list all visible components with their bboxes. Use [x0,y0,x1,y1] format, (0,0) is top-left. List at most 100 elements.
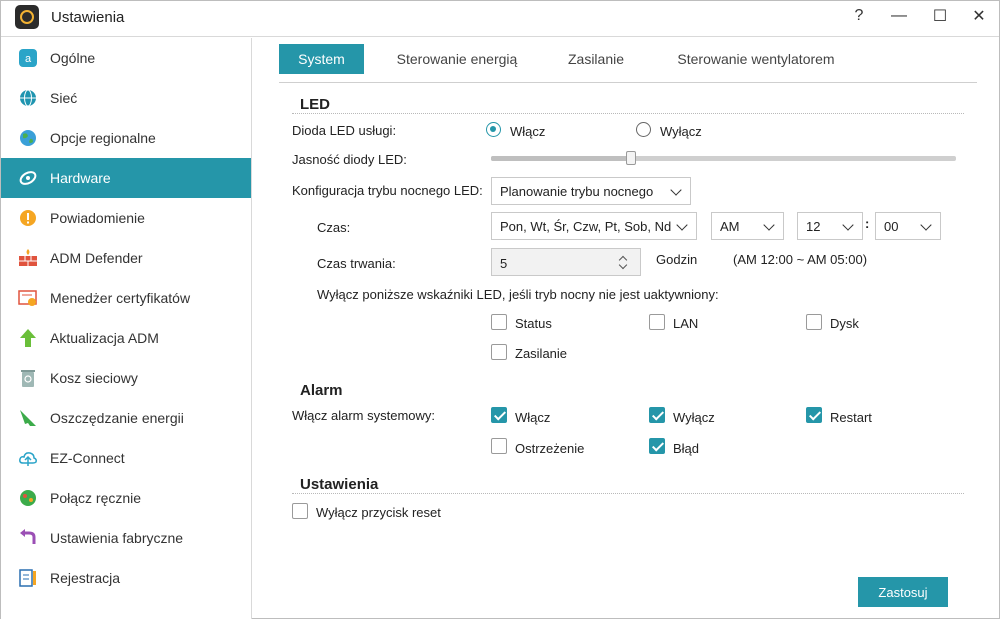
sidebar-item-notification[interactable]: Powiadomienie [1,198,251,238]
led-section-divider [292,113,964,114]
alarm-restart-label: Restart [830,410,872,425]
sidebar-item-label: Menedżer certyfikatów [50,290,191,306]
indicator-power-label: Zasilanie [515,346,568,361]
indicator-lan-label: LAN [673,316,699,331]
recycle-bin-icon [21,370,35,387]
close-button[interactable]: ✕ [964,3,994,29]
sidebar-item-network[interactable]: Sieć [1,78,251,118]
minute-select[interactable]: 00 [875,212,941,240]
sidebar-item-manual-connect[interactable]: Połącz ręcznie [1,478,251,518]
alarm-error-label: Błąd [673,441,700,456]
sidebar-item-ez-connect[interactable]: EZ-Connect [1,438,251,478]
sidebar-item-regional[interactable]: Opcje regionalne [1,118,251,158]
indicator-status-label: Status [515,316,552,331]
disable-reset-label: Wyłącz przycisk reset [316,505,441,520]
alarm-on-checkbox[interactable] [491,407,507,423]
tab-power-supply[interactable]: Zasilanie [555,44,637,74]
led-section-title: LED [300,96,330,113]
network-globe-icon [20,89,36,107]
sidebar-item-general[interactable]: a Ogólne [1,38,251,78]
sidebar-item-label: Ogólne [50,50,96,66]
indicator-disk-label: Dysk [830,316,859,331]
tab-power-control[interactable]: Sterowanie energią [387,44,527,74]
window-title: Ustawienia [51,9,125,26]
chevron-down-icon [676,219,688,231]
alarm-off-checkbox[interactable] [649,407,665,423]
service-led-on-radio[interactable] [486,122,501,137]
indicator-power-checkbox[interactable] [491,344,507,360]
ampm-select[interactable]: AM [711,212,784,240]
tab-system[interactable]: System [279,44,364,74]
help-button[interactable]: ? [844,3,874,29]
indicator-status-checkbox[interactable] [491,314,507,330]
app-logo-icon [15,5,39,29]
brightness-slider-thumb[interactable] [625,151,636,165]
sidebar-item-energy-saving[interactable]: Oszczędzanie energii [1,398,251,438]
tab-fan-control[interactable]: Sterowanie wentylatorem [665,44,847,74]
sidebar-item-label: ADM Defender [50,250,143,266]
sidebar-item-label: EZ-Connect [50,450,125,466]
minute-value: 00 [884,219,899,234]
night-mode-value: Planowanie trybu nocnego [500,184,654,199]
settings-window: Ustawienia ? — ☐ ✕ a Ogólne Sieć Opcje r… [0,0,1000,619]
hour-select[interactable]: 12 [797,212,863,240]
certificate-icon [18,290,37,306]
sidebar-item-label: Opcje regionalne [50,130,156,146]
alarm-error-checkbox[interactable] [649,438,665,454]
hour-value: 12 [806,219,821,234]
disable-indicators-note: Wyłącz poniższe wskaźniki LED, jeśli try… [317,287,719,302]
chevron-down-icon [920,219,932,231]
alarm-warning-checkbox[interactable] [491,438,507,454]
duration-stepper[interactable]: 5 [491,248,641,276]
sidebar-item-label: Sieć [50,90,78,106]
sidebar-item-registration[interactable]: Rejestracja [1,558,251,598]
alarm-on-label: Włącz [515,410,551,425]
sidebar-item-certificates[interactable]: Menedżer certyfikatów [1,278,251,318]
sidebar-item-recycle-bin[interactable]: Kosz sieciowy [1,358,251,398]
decrement-arrow-icon[interactable] [618,260,628,270]
alarm-warning-label: Ostrzeżenie [515,441,585,456]
chevron-down-icon [842,219,854,231]
service-led-label: Dioda LED usługi: [292,123,397,138]
sidebar-item-hardware[interactable]: Hardware [1,158,251,198]
duration-unit: Godzin [656,252,698,267]
sidebar-item-label: Oszczędzanie energii [50,410,184,426]
brightness-slider[interactable] [491,156,956,161]
alarm-off-label: Wyłącz [673,410,715,425]
sidebar-item-label: Powiadomienie [50,210,145,226]
duration-value: 5 [500,256,508,271]
apply-button[interactable]: Zastosuj [858,577,948,607]
manual-connect-icon [20,490,36,506]
sidebar-item-factory-reset[interactable]: Ustawienia fabryczne [1,518,251,558]
settings-section-divider [292,493,964,494]
time-label: Czas: [317,220,351,235]
update-arrow-icon [20,329,36,347]
indicator-disk-checkbox[interactable] [806,314,822,330]
duration-label: Czas trwania: [317,256,396,271]
registration-icon [19,569,36,587]
night-mode-select[interactable]: Planowanie trybu nocnego [491,177,691,205]
hardware-icon [19,171,37,185]
service-led-off-label: Wyłącz [660,124,702,139]
sidebar-item-adm-defender[interactable]: ADM Defender [1,238,251,278]
days-select[interactable]: Pon, Wt, Śr, Czw, Pt, Sob, Nd [491,212,697,240]
night-mode-label: Konfiguracja trybu nocnego LED: [292,183,483,198]
sidebar-item-label: Aktualizacja ADM [50,330,159,346]
sidebar-item-adm-update[interactable]: Aktualizacja ADM [1,318,251,358]
alarm-section-title: Alarm [300,382,343,399]
indicator-lan-checkbox[interactable] [649,314,665,330]
service-led-on-label: Włącz [510,124,546,139]
ampm-value: AM [720,219,740,234]
maximize-button[interactable]: ☐ [925,3,955,29]
minimize-button[interactable]: — [884,3,914,29]
factory-reset-icon [20,529,36,544]
service-led-off-radio[interactable] [636,122,651,137]
system-alarm-label: Włącz alarm systemowy: [292,408,436,423]
disable-reset-checkbox[interactable] [292,503,308,519]
svg-text:a: a [25,53,32,65]
time-separator: : [865,216,870,231]
alarm-restart-checkbox[interactable] [806,407,822,423]
sidebar-item-label: Połącz ręcznie [50,490,142,506]
sidebar-item-label: Kosz sieciowy [50,370,138,386]
sidebar-item-label: Rejestracja [50,570,121,586]
